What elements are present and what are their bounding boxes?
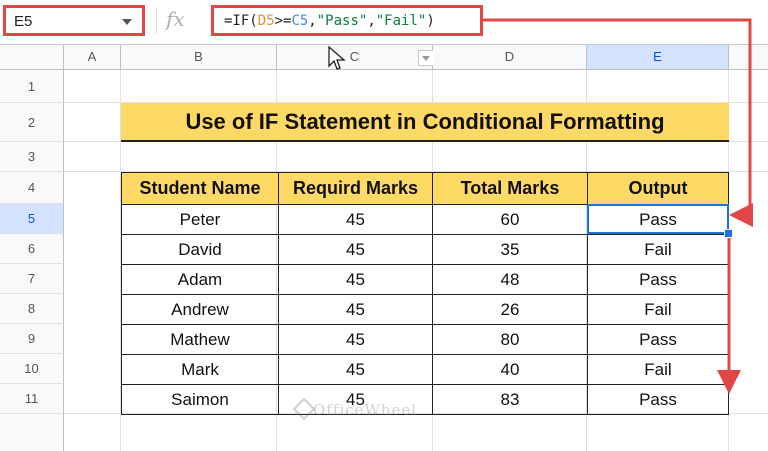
row-header-empty [0,414,64,451]
sheet-title[interactable]: Use of IF Statement in Conditional Forma… [121,103,729,142]
formula-ref-c5: C5 [291,13,309,29]
row-header-4[interactable]: 4 [0,172,64,204]
cell-output[interactable]: Fail [587,354,729,385]
cell-total[interactable]: 40 [432,354,588,385]
name-box[interactable]: E5 [3,5,145,36]
formula-token: =IF( [224,13,258,29]
table-row: Adam 45 48 Pass [121,264,729,295]
row-header-7[interactable]: 7 [0,264,64,294]
cell-name[interactable]: Adam [121,264,279,295]
table-header-row: Student Name Requird Marks Total Marks O… [121,172,729,205]
chevron-down-icon[interactable] [122,19,132,25]
cell-required[interactable]: 45 [278,234,433,265]
column-header-d[interactable]: D [433,45,587,70]
column-header-a[interactable]: A [64,45,121,70]
table-row: Mark 45 40 Fail [121,354,729,385]
cell-total[interactable]: 80 [432,324,588,355]
cell-name[interactable]: Andrew [121,294,279,325]
formula-token: , [367,13,376,29]
column-header-c-label: C [349,49,360,64]
fill-handle[interactable] [724,229,733,238]
column-header-next[interactable] [729,45,768,70]
cell-total[interactable]: 83 [432,384,588,415]
formula-ref-d5: D5 [257,13,275,29]
row-header-10[interactable]: 10 [0,354,64,384]
name-box-value: E5 [14,13,33,30]
row-header-5[interactable]: 5 [0,204,64,234]
column-header-e[interactable]: E [587,45,729,70]
column-menu-icon[interactable] [418,50,434,66]
formula-string-fail: "Fail" [375,13,427,29]
cell-total[interactable]: 26 [432,294,588,325]
cell-required[interactable]: 45 [278,294,433,325]
cell-name[interactable]: Mark [121,354,279,385]
column-header-b[interactable]: B [121,45,277,70]
formula-token: ) [426,13,435,29]
cell-total[interactable]: 35 [432,234,588,265]
cell-total[interactable]: 48 [432,264,588,295]
divider [156,8,157,34]
formula-token: , [308,13,317,29]
formula-bar-area: E5 fx =IF(D5>=C5,"Pass","Fail") [0,0,768,45]
data-table: Student Name Requird Marks Total Marks O… [121,172,729,415]
formula-input[interactable]: =IF(D5>=C5,"Pass","Fail") [211,5,483,36]
cell-total[interactable]: 60 [432,204,588,235]
cell-output[interactable]: Pass [587,204,729,235]
mouse-cursor-icon [328,46,346,70]
cell-output[interactable]: Fail [587,294,729,325]
row-header-3[interactable]: 3 [0,142,64,172]
cell-required[interactable]: 45 [278,354,433,385]
cell-output[interactable]: Pass [587,384,729,415]
row-header-2[interactable]: 2 [0,103,64,142]
watermark: OfficeWheel [313,401,418,419]
table-row: Peter 45 60 Pass [121,204,729,235]
header-student-name[interactable]: Student Name [121,172,279,205]
cell-name[interactable]: Peter [121,204,279,235]
formula-string-pass: "Pass" [316,13,368,29]
table-row: Andrew 45 26 Fail [121,294,729,325]
cell-name[interactable]: David [121,234,279,265]
cell-output[interactable]: Pass [587,264,729,295]
formula-token: >= [274,13,292,29]
column-header-c[interactable]: C [277,45,433,70]
row-header-11[interactable]: 11 [0,384,64,414]
table-row: Saimon 45 83 Pass [121,384,729,415]
row-header-9[interactable]: 9 [0,324,64,354]
cell-name[interactable]: Saimon [121,384,279,415]
header-total-marks[interactable]: Total Marks [432,172,588,205]
cell-output[interactable]: Pass [587,324,729,355]
header-requird-marks[interactable]: Requird Marks [278,172,433,205]
select-all-corner[interactable] [0,45,64,70]
cell-required[interactable]: 45 [278,324,433,355]
row-header-1[interactable]: 1 [0,70,64,103]
fx-icon: fx [166,7,185,31]
cell-output[interactable]: Fail [587,234,729,265]
cell-required[interactable]: 45 [278,264,433,295]
row-header-8[interactable]: 8 [0,294,64,324]
cell-required[interactable]: 45 [278,204,433,235]
table-row: Mathew 45 80 Pass [121,324,729,355]
header-output[interactable]: Output [587,172,729,205]
table-row: David 45 35 Fail [121,234,729,265]
row-header-6[interactable]: 6 [0,234,64,264]
cell-name[interactable]: Mathew [121,324,279,355]
